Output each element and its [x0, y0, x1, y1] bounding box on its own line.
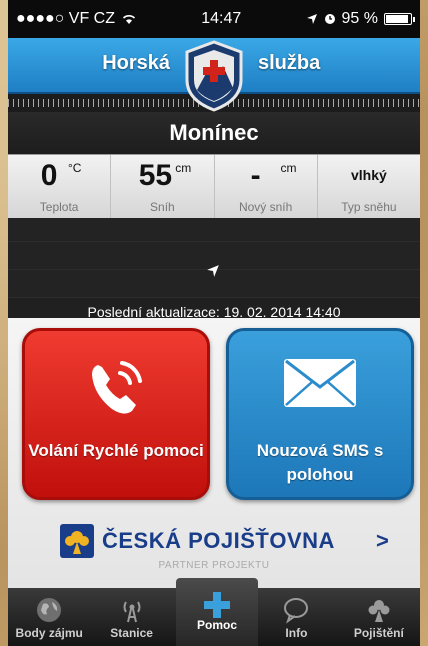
header-title-right: služba [258, 52, 321, 74]
flower-icon [368, 600, 390, 622]
header-title-left: Horská [102, 52, 170, 74]
tab-stanice[interactable]: Stanice [90, 588, 172, 646]
tab-label: Body zájmu [15, 626, 83, 640]
status-bar: ●●●●○ VF CZ 14:47 95 % [8, 0, 420, 38]
snow-type-value: vlhký [350, 167, 387, 183]
emergency-call-button[interactable]: Volání Rychlé pomoci [22, 328, 210, 500]
snow-type-label: Typ sněhu [341, 200, 397, 214]
location-arrow-icon [306, 14, 317, 24]
chevron-right-icon: > [376, 528, 389, 553]
new-snow-unit: cm [280, 161, 297, 175]
tab-label: Pomoc [196, 618, 237, 632]
snow-unit: cm [175, 161, 192, 175]
tab-body-zajmu[interactable]: Body zájmu [8, 588, 90, 646]
main-actions: Volání Rychlé pomoci Nouzová SMS s poloh… [8, 318, 420, 588]
temperature-stat: 0 °C Teplota [8, 155, 110, 218]
tab-bar: Body zájmu Stanice Info Pojištění Pomoc [8, 578, 420, 646]
antenna-icon [123, 601, 141, 623]
ceska-pojistovna-logo [60, 524, 94, 558]
temperature-unit: °C [68, 161, 82, 175]
tab-label: Info [285, 626, 308, 640]
tab-pomoc[interactable]: Pomoc [176, 578, 258, 646]
partner-subtitle: PARTNER PROJEKTU [158, 560, 270, 571]
tab-label: Pojištění [353, 626, 404, 640]
navigation-arrow-icon [207, 265, 219, 277]
cross-icon [204, 592, 230, 618]
temperature-label: Teplota [39, 200, 79, 214]
phone-screen: ●●●●○ VF CZ 14:47 95 % Horská služba Mon… [8, 0, 420, 646]
envelope-icon [284, 359, 356, 407]
status-time: 14:47 [201, 10, 242, 27]
globe-icon [37, 598, 62, 622]
partner-name: ČESKÁ POJIŠŤOVNA [102, 528, 335, 553]
tab-pojisteni[interactable]: Pojištění [338, 588, 420, 646]
info-band [8, 218, 420, 298]
app-header: Horská služba [8, 38, 420, 112]
emergency-call-label: Volání Rychlé pomoci [28, 441, 204, 460]
new-snow-stat: - cm Nový sníh [213, 155, 317, 218]
location-name: Monínec [8, 112, 420, 154]
alarm-icon [324, 14, 335, 24]
battery-icon [384, 13, 415, 25]
phone-call-icon [92, 361, 142, 414]
speech-bubble-icon [284, 598, 309, 624]
tab-info[interactable]: Info [255, 588, 337, 646]
new-snow-value: - [250, 159, 261, 192]
emergency-sms-button[interactable]: Nouzová SMS s polohou [226, 328, 414, 500]
carrier-label: ●●●●○ VF CZ [16, 10, 115, 27]
tab-label: Stanice [110, 626, 153, 640]
new-snow-label: Nový sníh [238, 200, 293, 214]
wifi-icon [122, 15, 136, 24]
partner-banner[interactable]: ČESKÁ POJIŠŤOVNA > PARTNER PROJEKTU [8, 516, 420, 578]
emergency-sms-label: Nouzová SMS s polohou [256, 441, 384, 484]
temperature-value: 0 [40, 159, 58, 192]
snow-type-stat: vlhký Typ sněhu [316, 155, 420, 218]
snow-label: Sníh [150, 200, 175, 214]
conditions-panel: 0 °C Teplota 55 cm Sníh - cm Nový sníh v… [8, 154, 420, 218]
mountain-rescue-logo [185, 40, 243, 112]
battery-percent: 95 % [341, 10, 378, 27]
battery-level [386, 15, 408, 23]
